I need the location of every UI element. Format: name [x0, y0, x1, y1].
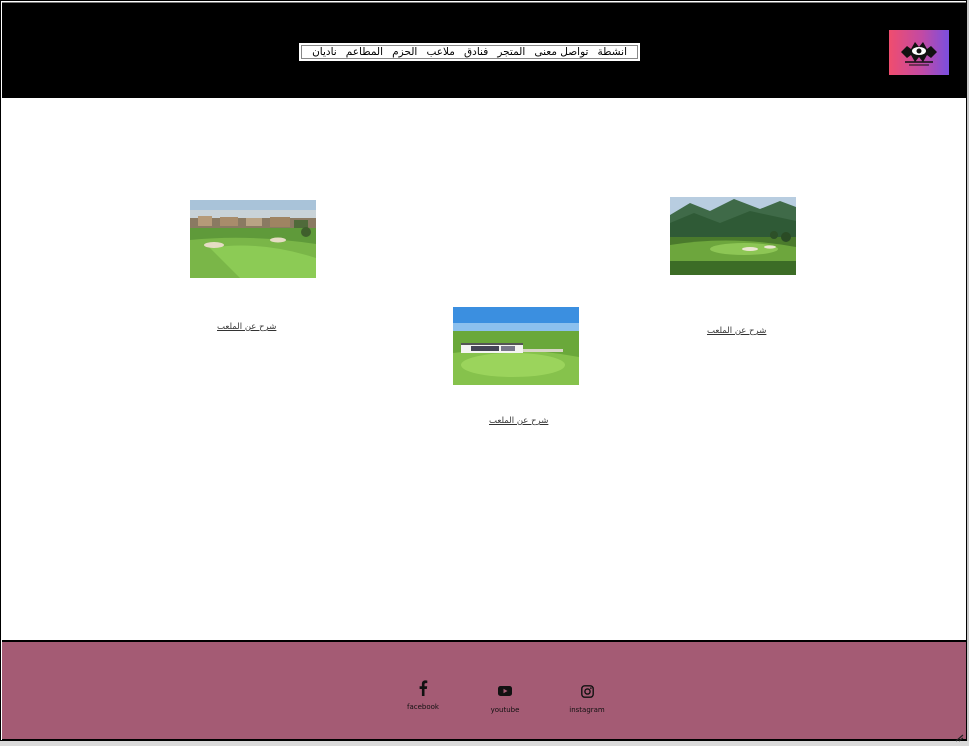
main-nav: ناديان المطاعم الحزم ملاعب فنادق المتجر … [299, 43, 640, 61]
nav-item-restaurants[interactable]: المطاعم [346, 45, 383, 59]
youtube-icon [475, 680, 535, 702]
course-image-center [453, 307, 579, 385]
logo-emblem-icon [901, 42, 937, 66]
youtube-link[interactable]: youtube [475, 680, 535, 714]
site-header: ناديان المطاعم الحزم ملاعب فنادق المتجر … [2, 2, 966, 98]
facebook-link[interactable]: facebook [393, 677, 453, 711]
site-logo[interactable] [889, 30, 949, 75]
course-image-right [670, 197, 796, 275]
nav-item-contact[interactable]: تواصل معنى [534, 45, 588, 59]
instagram-label: instagram [569, 706, 605, 714]
site-footer: facebook youtube instagram [2, 640, 966, 740]
nav-item-clubs[interactable]: ناديان [312, 45, 337, 59]
resize-handle-icon[interactable] [954, 734, 964, 742]
course-description-link-left[interactable]: شرح عن الملعب [217, 322, 276, 332]
nav-item-packages[interactable]: الحزم [392, 45, 417, 59]
facebook-label: facebook [407, 703, 439, 711]
facebook-icon [393, 677, 453, 699]
window-bottom-edge [0, 741, 969, 746]
page-frame: ناديان المطاعم الحزم ملاعب فنادق المتجر … [0, 0, 967, 741]
course-description-link-right[interactable]: شرح عن الملعب [707, 326, 766, 336]
instagram-icon [557, 680, 617, 702]
nav-item-courses[interactable]: ملاعب [426, 45, 454, 59]
nav-item-hotels[interactable]: فنادق [464, 45, 488, 59]
course-description-link-center[interactable]: شرح عن الملعب [489, 416, 548, 426]
instagram-link[interactable]: instagram [557, 680, 617, 714]
nav-item-store[interactable]: المتجر [497, 45, 525, 59]
youtube-label: youtube [490, 706, 520, 714]
course-image-left [190, 200, 316, 278]
nav-item-activities[interactable]: انشطة [598, 45, 627, 59]
